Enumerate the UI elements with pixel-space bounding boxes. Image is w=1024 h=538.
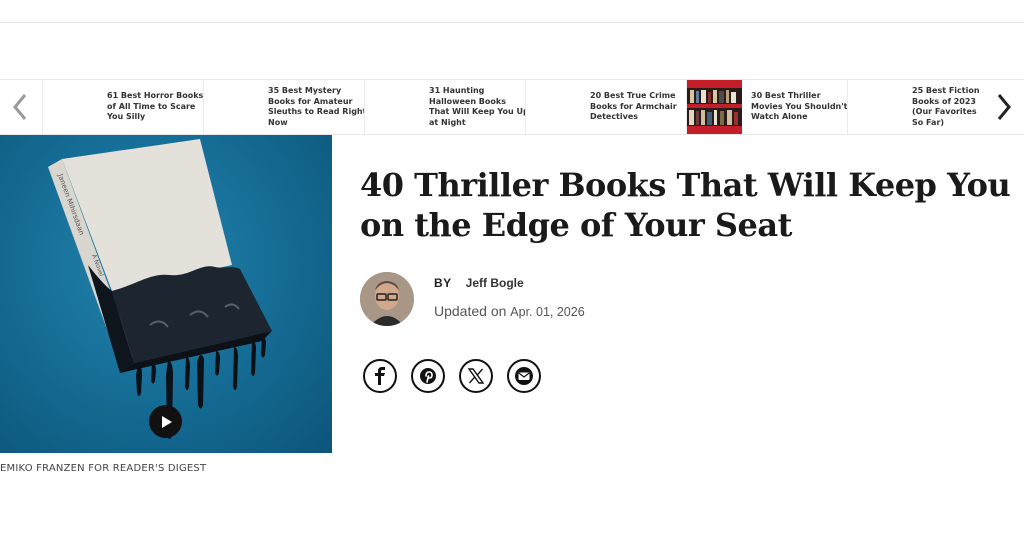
carousel-prev-button[interactable] (0, 80, 40, 134)
x-icon (468, 368, 484, 384)
carousel-item-title: 25 Best Fiction Books of 2023 (Our Favor… (912, 86, 980, 127)
carousel-item-title: 35 Best Mystery Books for Amateur Sleuth… (268, 86, 367, 127)
carousel-item-horror-books[interactable]: 61 Best Horror Books of All Time to Scar… (42, 80, 203, 134)
facebook-icon (375, 367, 385, 385)
byline: BY Jeff Bogle (434, 276, 524, 290)
share-email-button[interactable] (507, 359, 541, 393)
carousel-thumbnail (526, 80, 581, 134)
updated-date-value: Apr. 01, 2026 (510, 305, 585, 319)
carousel-item-thriller-movies[interactable]: 30 Best Thriller Movies You Shouldn't Wa… (686, 80, 848, 134)
share-x-button[interactable] (459, 359, 493, 393)
share-facebook-button[interactable] (363, 359, 397, 393)
author-name-link[interactable]: Jeff Bogle (466, 276, 524, 290)
carousel-item-mystery-books[interactable]: 35 Best Mystery Books for Amateur Sleuth… (203, 80, 366, 134)
image-credit-caption: EMIKO FRANZEN FOR READER'S DIGEST (0, 463, 207, 474)
carousel-item-title: 61 Best Horror Books of All Time to Scar… (107, 91, 204, 122)
email-icon (515, 367, 533, 385)
pinterest-icon (420, 368, 436, 384)
share-pinterest-button[interactable] (411, 359, 445, 393)
updated-date: Updated on Apr. 01, 2026 (434, 303, 585, 319)
carousel-thumbnail (43, 80, 98, 134)
carousel-thumbnail (848, 80, 903, 134)
updated-label: Updated on (434, 303, 507, 319)
header-divider (0, 22, 1024, 23)
article-title: 40 Thriller Books That Will Keep You on … (360, 166, 1011, 244)
carousel-thumbnail-movie-shelf (687, 80, 742, 134)
carousel-thumbnail (204, 80, 259, 134)
carousel-item-title: 20 Best True Crime Books for Armchair De… (590, 91, 677, 122)
video-play-button[interactable] (149, 405, 182, 438)
carousel-item-title: 31 Haunting Halloween Books That Will Ke… (429, 86, 529, 127)
carousel-item-true-crime-books[interactable]: 20 Best True Crime Books for Armchair De… (525, 80, 686, 134)
author-avatar[interactable] (360, 272, 414, 326)
chevron-right-icon (997, 94, 1011, 120)
carousel-item-halloween-books[interactable]: 31 Haunting Halloween Books That Will Ke… (364, 80, 529, 134)
related-articles-carousel: 61 Best Horror Books of All Time to Scar… (0, 79, 1024, 135)
chevron-left-icon (13, 94, 27, 120)
play-icon (161, 415, 172, 428)
carousel-item-title: 30 Best Thriller Movies You Shouldn't Wa… (751, 91, 848, 122)
carousel-thumbnail (365, 80, 420, 134)
byline-label: BY (434, 276, 452, 290)
hero-video-thumbnail[interactable]: Janeen Mihirsdaan A Novel (0, 135, 332, 453)
carousel-next-button[interactable] (984, 80, 1024, 134)
